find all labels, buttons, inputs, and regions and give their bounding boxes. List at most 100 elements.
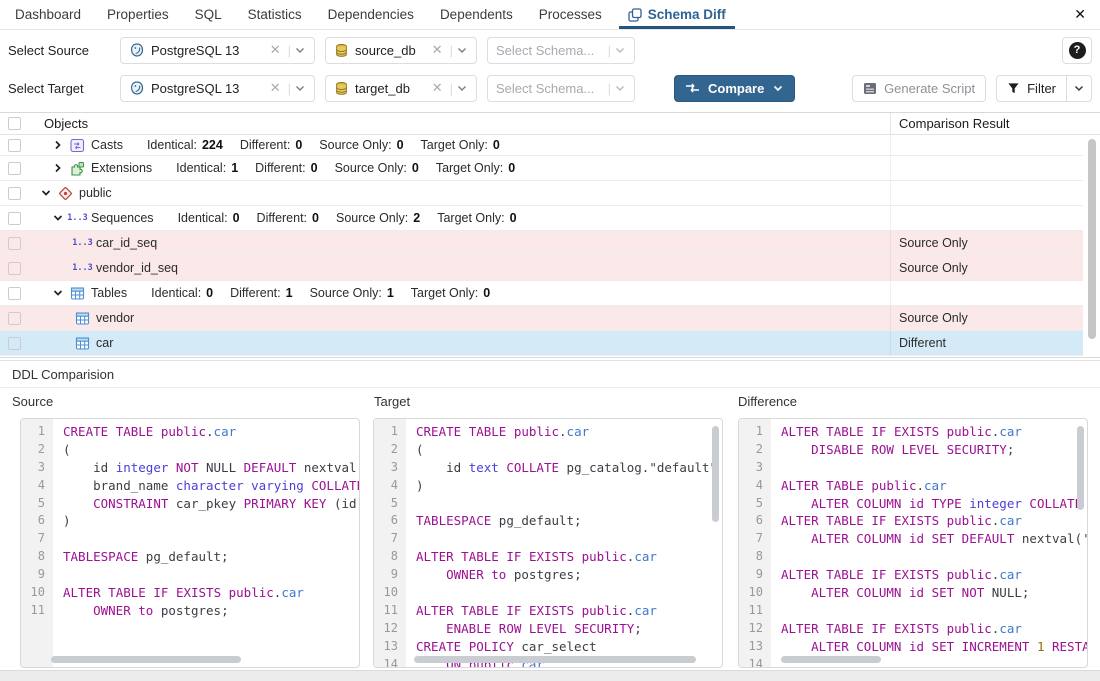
- objects-column-header: Objects: [30, 116, 890, 131]
- object-cell: 1..3SequencesIdentical:0Different:0Sourc…: [30, 206, 890, 230]
- row-checkbox[interactable]: [0, 187, 30, 200]
- comparison-result-column-header: Comparison Result: [890, 113, 1100, 134]
- table-row-car[interactable]: carDifferent: [0, 331, 1100, 356]
- tab-dependents[interactable]: Dependents: [427, 0, 526, 29]
- difference-pane-label: Difference: [738, 394, 797, 409]
- filter-label: Filter: [1027, 81, 1056, 96]
- tab-sql[interactable]: SQL: [182, 0, 235, 29]
- tab-label: Statistics: [248, 7, 302, 22]
- target-database-select[interactable]: target_db ✕ |: [325, 75, 477, 102]
- chevron-down-icon[interactable]: [294, 82, 306, 94]
- target-schema-select[interactable]: Select Schema... |: [487, 75, 635, 102]
- sequence-icon: 1..3: [69, 213, 86, 223]
- chevron-down-icon[interactable]: [772, 82, 784, 94]
- source-server-select[interactable]: PostgreSQL 13 ✕ |: [120, 37, 315, 64]
- target-server-select[interactable]: PostgreSQL 13 ✕ |: [120, 75, 315, 102]
- tab-properties[interactable]: Properties: [94, 0, 182, 29]
- source-code-area[interactable]: CREATE TABLE public.car( id integer NOT …: [53, 419, 359, 667]
- help-button[interactable]: ?: [1062, 37, 1092, 64]
- generate-script-button[interactable]: Generate Script: [852, 75, 986, 102]
- window-bottom-scrollbar-track[interactable]: [0, 670, 1100, 681]
- compare-button[interactable]: Compare: [674, 75, 795, 102]
- source-ddl-editor: 1234567891011 CREATE TABLE public.car( i…: [20, 418, 360, 668]
- object-label: Extensions: [91, 161, 152, 175]
- table-vertical-scrollbar[interactable]: [1083, 136, 1100, 356]
- source-database-select[interactable]: source_db ✕ |: [325, 37, 477, 64]
- row-checkbox[interactable]: [0, 262, 30, 275]
- table-row-vendor_id_seq[interactable]: 1..3vendor_id_seqSource Only: [0, 256, 1100, 281]
- table-row-Extensions[interactable]: Extensions Identical:1Different:0Source O…: [0, 156, 1100, 181]
- vertical-scrollbar[interactable]: [1077, 426, 1084, 510]
- tab-dependencies[interactable]: Dependencies: [315, 0, 427, 29]
- code-line: ): [53, 512, 359, 530]
- comparison-counts: Identical:1Different:0Source Only:0Targe…: [176, 161, 515, 175]
- chevron-down-icon[interactable]: [456, 44, 468, 56]
- target-schema-placeholder: Select Schema...: [496, 81, 594, 96]
- filter-dropdown-button[interactable]: [1066, 76, 1091, 101]
- row-checkbox[interactable]: [0, 287, 30, 300]
- source-schema-select[interactable]: Select Schema... |: [487, 37, 635, 64]
- filter-button[interactable]: Filter: [997, 76, 1066, 101]
- schema-diff-icon: [628, 8, 642, 22]
- target-pane-label: Target: [374, 394, 410, 409]
- code-line: [53, 566, 359, 584]
- comparison-result-cell: Different: [890, 331, 1100, 355]
- line-numbers: 1234567891011121314: [739, 419, 771, 667]
- chevron-down-icon[interactable]: [456, 82, 468, 94]
- row-checkbox[interactable]: [0, 139, 30, 152]
- object-cell: car: [30, 331, 890, 355]
- horizontal-scrollbar[interactable]: [781, 656, 881, 663]
- row-checkbox[interactable]: [0, 312, 30, 325]
- tables-icon: [74, 336, 91, 351]
- object-cell: Extensions Identical:1Different:0Source O…: [30, 156, 890, 180]
- tab-statistics[interactable]: Statistics: [235, 0, 315, 29]
- chevron-down-icon[interactable]: [614, 44, 626, 56]
- table-row-public[interactable]: public: [0, 181, 1100, 206]
- code-line: ALTER COLUMN id SET NOT NULL;: [771, 584, 1087, 602]
- chevron-down-icon[interactable]: [50, 286, 66, 300]
- horizontal-scrollbar[interactable]: [51, 656, 241, 663]
- chevron-right-icon[interactable]: [50, 138, 66, 152]
- tab-schema-diff[interactable]: Schema Diff: [615, 0, 739, 29]
- clear-icon[interactable]: ✕: [428, 80, 447, 96]
- row-checkbox[interactable]: [0, 162, 30, 175]
- difference-code-area[interactable]: ALTER TABLE IF EXISTS public.car DISABLE…: [771, 419, 1087, 667]
- clear-icon[interactable]: ✕: [428, 42, 447, 58]
- table-row-Casts[interactable]: CastsIdentical:224Different:0Source Only…: [0, 135, 1100, 156]
- code-line: [53, 530, 359, 548]
- comparison-counts: Identical:224Different:0Source Only:0Tar…: [147, 138, 500, 152]
- schema-diff-window: DashboardPropertiesSQL Statistics Dependen…: [0, 0, 1100, 681]
- code-line: ALTER TABLE IF EXISTS public.car: [53, 584, 359, 602]
- target-code-area[interactable]: CREATE TABLE public.car( id text COLLATE…: [406, 419, 722, 667]
- chevron-down-icon[interactable]: [294, 44, 306, 56]
- code-line: [406, 584, 722, 602]
- clear-icon[interactable]: ✕: [266, 80, 285, 96]
- target-server-value: PostgreSQL 13: [151, 81, 239, 96]
- table-row-Tables[interactable]: TablesIdentical:0Different:1Source Only:…: [0, 281, 1100, 306]
- select-source-label: Select Source: [8, 43, 120, 58]
- table-row-Sequences[interactable]: 1..3SequencesIdentical:0Different:0Sourc…: [0, 206, 1100, 231]
- vertical-scrollbar[interactable]: [712, 426, 719, 522]
- extensions-icon: [69, 161, 86, 176]
- chevron-down-icon[interactable]: [38, 186, 54, 200]
- tab-dashboard[interactable]: Dashboard: [2, 0, 94, 29]
- generate-script-label: Generate Script: [884, 81, 975, 96]
- close-panel-button[interactable]: ✕: [1060, 0, 1100, 29]
- chevron-down-icon[interactable]: [50, 211, 66, 225]
- tab-label: Dependents: [440, 7, 513, 22]
- clear-icon[interactable]: ✕: [266, 42, 285, 58]
- database-icon: [334, 43, 349, 58]
- row-checkbox[interactable]: [0, 337, 30, 350]
- table-row-car_id_seq[interactable]: 1..3car_id_seqSource Only: [0, 231, 1100, 256]
- chevron-down-icon[interactable]: [614, 82, 626, 94]
- row-checkbox[interactable]: [0, 212, 30, 225]
- object-label: vendor_id_seq: [96, 261, 178, 275]
- chevron-right-icon[interactable]: [50, 161, 66, 175]
- row-checkbox[interactable]: [0, 237, 30, 250]
- horizontal-scrollbar[interactable]: [414, 656, 696, 663]
- select-all-checkbox[interactable]: [0, 117, 30, 130]
- table-row-vendor[interactable]: vendorSource Only: [0, 306, 1100, 331]
- comparison-counts: Identical:0Different:1Source Only:1Targe…: [151, 286, 490, 300]
- code-line: ALTER TABLE IF EXISTS public.car: [771, 423, 1087, 441]
- tab-processes[interactable]: Processes: [526, 0, 615, 29]
